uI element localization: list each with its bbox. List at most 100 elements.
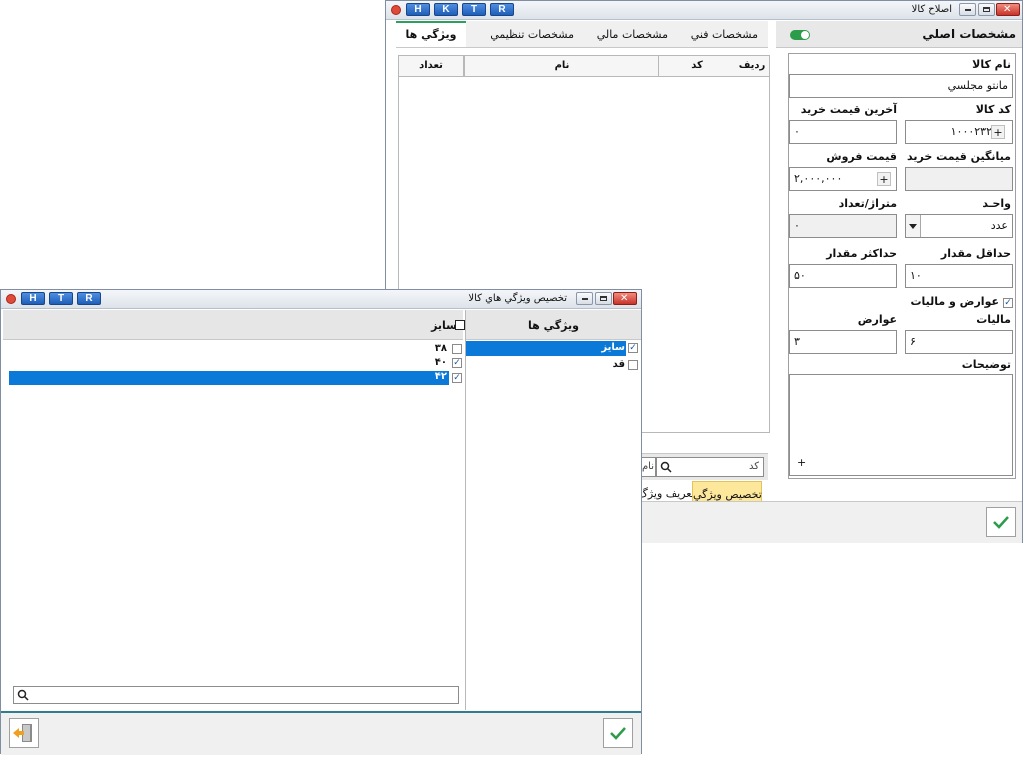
title-button-r[interactable]: R — [77, 292, 101, 305]
maximize-icon — [600, 296, 607, 301]
basic-specs-toggle[interactable] — [790, 30, 810, 40]
basic-specs-header: مشخصات اصلي — [776, 21, 1022, 48]
description-field[interactable] — [789, 374, 1013, 476]
basic-specs-panel: مشخصات اصلي نام کالا مانتو مجلسي کد کالا… — [776, 21, 1022, 501]
feature-item-size[interactable]: سايز — [466, 341, 626, 356]
value-checkbox-38[interactable] — [452, 344, 462, 354]
exit-door-icon — [13, 724, 32, 742]
col-row-number[interactable]: رديف — [735, 56, 769, 76]
value-item-42[interactable]: ۴۲ — [9, 371, 449, 385]
title-bar: H T R تخصيص ويژگي هاي کالا ✕ — [1, 290, 641, 309]
duty-label: عوارض — [857, 313, 897, 326]
col-count[interactable]: تعداد — [399, 56, 464, 76]
tab-technical-specs[interactable]: مشخصات فني — [691, 28, 758, 41]
features-header-label: ويژگي ها — [528, 319, 579, 332]
max-qty-field[interactable]: ۵۰ — [789, 264, 897, 288]
name-search-placeholder: نام — [641, 461, 654, 472]
close-button[interactable]: ✕ — [613, 292, 637, 305]
features-list-header: ويژگي ها — [466, 310, 641, 340]
maximize-button[interactable] — [595, 292, 612, 305]
feature-item-label: قد — [612, 359, 625, 370]
value-item-label: ۳۸ — [434, 343, 447, 354]
values-search-input[interactable] — [13, 686, 459, 704]
last-price-field[interactable]: ۰ — [789, 120, 897, 144]
tax-checkbox[interactable]: ✓ — [1003, 298, 1013, 308]
specs-tab-bar: مشخصات فني مشخصات مالي مشخصات تنظيمي ويژ… — [396, 21, 768, 48]
check-icon — [993, 516, 1009, 529]
confirm-button[interactable] — [986, 507, 1016, 537]
exit-button[interactable] — [9, 718, 39, 748]
value-item-40[interactable]: ۴۰ — [9, 357, 449, 370]
feature-values-panel: سايز ۳۸ ۴۰ ✓ ۴۲ ✓ — [3, 310, 465, 710]
value-checkbox-42[interactable]: ✓ — [452, 373, 462, 383]
description-label: توضيحات — [961, 358, 1011, 371]
value-item-38[interactable]: ۳۸ — [9, 343, 449, 356]
code-search-input[interactable]: کد — [656, 457, 764, 477]
tax-field[interactable]: ۶ — [905, 330, 1013, 354]
min-qty-field[interactable]: ۱۰ — [905, 264, 1013, 288]
select-all-values-checkbox[interactable] — [455, 320, 465, 330]
tab-features[interactable]: ويژگي ها — [396, 21, 466, 47]
title-button-t[interactable]: T — [462, 3, 486, 16]
col-name[interactable]: نام — [464, 56, 659, 76]
tab-settings-specs[interactable]: مشخصات تنظيمي — [490, 28, 574, 41]
window-title: تخصيص ويژگي هاي کالا — [468, 293, 567, 304]
item-name-field[interactable]: مانتو مجلسي — [789, 74, 1013, 98]
window-status-dot-icon — [391, 5, 401, 15]
values-header-label: سايز — [431, 319, 457, 332]
minimize-icon — [965, 9, 971, 11]
title-button-t[interactable]: T — [49, 292, 73, 305]
title-button-r[interactable]: R — [490, 3, 514, 16]
code-plus-button[interactable]: + — [991, 125, 1005, 139]
toggle-knob-icon — [801, 31, 809, 39]
assign-features-footer — [1, 711, 641, 755]
value-item-label: ۴۰ — [434, 357, 447, 368]
col-code[interactable]: کد — [658, 56, 735, 76]
window-title: اصلاح کالا — [911, 4, 952, 15]
close-icon: ✕ — [1003, 4, 1012, 15]
last-price-label: آخرين قيمت خريد — [800, 103, 897, 116]
tab-financial-specs[interactable]: مشخصات مالي — [597, 28, 668, 41]
feature-checkbox-size[interactable]: ✓ — [628, 343, 638, 353]
sale-price-label: قيمت فروش — [826, 150, 897, 163]
title-button-h[interactable]: H — [21, 292, 45, 305]
avg-price-field[interactable] — [905, 167, 1013, 191]
duty-field[interactable]: ۳ — [789, 330, 897, 354]
meter-count-label: متراژ/تعداد — [838, 197, 897, 210]
feature-checkbox-height[interactable] — [628, 360, 638, 370]
meter-count-field[interactable]: ۰ — [789, 214, 897, 238]
unit-select[interactable]: عدد — [905, 214, 1013, 238]
feature-item-height[interactable]: قد — [466, 358, 626, 371]
tax-checkbox-label: عوارض و ماليات — [910, 295, 999, 308]
title-button-k[interactable]: K — [434, 3, 458, 16]
unit-label: واحـد — [982, 197, 1011, 210]
features-grid-header: رديف کد نام تعداد — [399, 56, 769, 77]
assign-features-window: H T R تخصيص ويژگي هاي کالا ✕ ويژگي ها سا… — [0, 289, 642, 755]
title-bar: H K T R اصلاح کالا ✕ — [386, 1, 1022, 20]
minimize-icon — [582, 298, 588, 300]
close-button[interactable]: ✕ — [996, 3, 1020, 16]
value-checkbox-40[interactable]: ✓ — [452, 358, 462, 368]
item-name-label: نام کالا — [972, 58, 1011, 71]
chevron-down-icon — [909, 224, 917, 229]
features-list-panel: ويژگي ها سايز ✓ قد — [465, 310, 641, 710]
feature-values-header: سايز — [3, 310, 463, 340]
title-button-h[interactable]: H — [406, 3, 430, 16]
description-plus-icon[interactable]: + — [797, 456, 806, 469]
sale-price-plus-button[interactable]: + — [877, 172, 891, 186]
search-icon — [660, 461, 672, 473]
unit-dropdown-button[interactable] — [906, 215, 921, 237]
minimize-button[interactable] — [959, 3, 976, 16]
minimize-button[interactable] — [576, 292, 593, 305]
avg-price-label: ميانگين قيمت خريد — [907, 150, 1011, 163]
maximize-button[interactable] — [978, 3, 995, 16]
max-qty-label: حداکثر مقدار — [826, 247, 897, 260]
grid-search-bar: کد نام — [638, 453, 768, 480]
item-form: نام کالا مانتو مجلسي کد کالا آخرين قيمت … — [788, 53, 1016, 479]
item-code-label: کد کالا — [975, 103, 1011, 116]
code-search-placeholder: کد — [748, 461, 759, 472]
name-search-input[interactable]: نام — [640, 457, 656, 477]
close-icon: ✕ — [620, 293, 629, 304]
confirm-button[interactable] — [603, 718, 633, 748]
window-status-dot-icon — [6, 294, 16, 304]
